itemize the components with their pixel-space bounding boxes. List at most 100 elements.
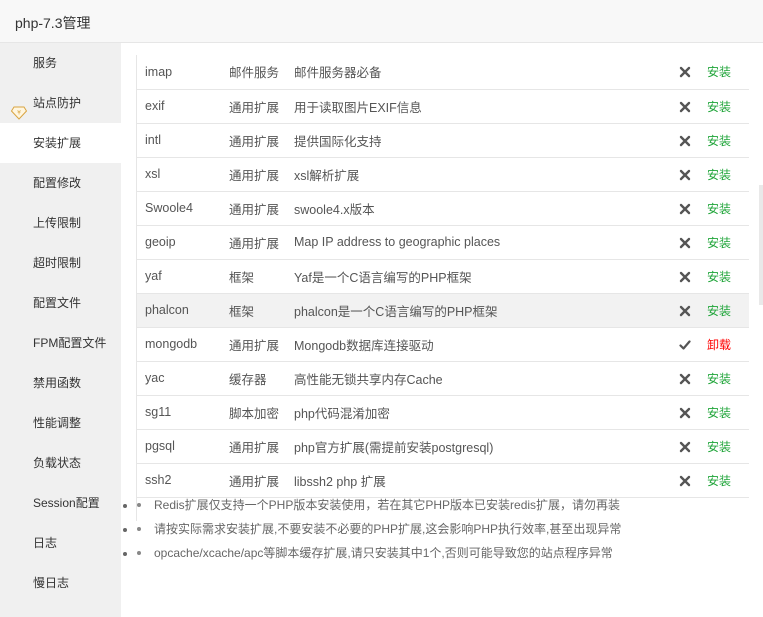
extension-type: 缓存器	[229, 361, 294, 396]
extension-description: Mongodb数据库连接驱动	[294, 327, 662, 362]
sidebar-item-config-file[interactable]: 配置文件	[0, 283, 121, 323]
sidebar-item-service[interactable]: 服务	[0, 43, 121, 83]
extension-description: Map IP address to geographic places	[294, 225, 662, 260]
install-link[interactable]: 安装	[707, 474, 731, 488]
sidebar-item-config-edit[interactable]: 配置修改	[0, 163, 121, 203]
extension-name: pgsql	[137, 429, 229, 464]
extension-name: yac	[137, 361, 229, 396]
sidebar-item-site-protection[interactable]: ¥ 站点防护	[0, 83, 121, 123]
status-cell	[662, 293, 707, 328]
table-row: xsl 通用扩展 xsl解析扩展 安装	[137, 157, 749, 192]
table-row: Swoole4 通用扩展 swoole4.x版本 安装	[137, 191, 749, 226]
uninstall-link[interactable]: 卸载	[707, 338, 731, 352]
close-icon	[679, 169, 691, 181]
sidebar-item-performance[interactable]: 性能调整	[0, 403, 121, 443]
extension-description: Yaf是一个C语言编写的PHP框架	[294, 259, 662, 294]
sidebar-item-install-extensions[interactable]: 安装扩展	[0, 123, 121, 163]
extension-description: php代码混淆加密	[294, 395, 662, 430]
extension-type: 框架	[229, 293, 294, 328]
extension-type: 框架	[229, 259, 294, 294]
extension-description: 高性能无锁共享内存Cache	[294, 361, 662, 396]
sidebar-item-fpm-config[interactable]: FPM配置文件	[0, 323, 121, 363]
status-cell	[662, 123, 707, 158]
table-row: exif 通用扩展 用于读取图片EXIF信息 安装	[137, 89, 749, 124]
table-row: intl 通用扩展 提供国际化支持 安装	[137, 123, 749, 158]
close-icon	[679, 66, 691, 78]
window-title: php-7.3管理	[15, 15, 91, 31]
svg-text:¥: ¥	[17, 110, 21, 117]
install-link[interactable]: 安装	[707, 304, 731, 318]
extension-name: xsl	[137, 157, 229, 192]
extension-description: libssh2 php 扩展	[294, 463, 662, 498]
sidebar-item-label: 日志	[33, 536, 58, 550]
install-link[interactable]: 安装	[707, 100, 731, 114]
table-row: phalcon 框架 phalcon是一个C语言编写的PHP框架 安装	[137, 293, 749, 328]
sidebar-item-upload-limit[interactable]: 上传限制	[0, 203, 121, 243]
status-cell	[662, 463, 707, 498]
status-cell	[662, 361, 707, 396]
sidebar-item-label: 上传限制	[33, 216, 82, 230]
sidebar-item-label: FPM配置文件	[33, 336, 107, 350]
install-link[interactable]: 安装	[707, 202, 731, 216]
sidebar-item-label: Session配置	[33, 496, 100, 510]
sidebar-item-label: 负载状态	[33, 456, 82, 470]
close-icon	[679, 237, 691, 249]
extension-type: 通用扩展	[229, 429, 294, 464]
action-cell: 安装	[707, 89, 749, 124]
install-link[interactable]: 安装	[707, 65, 731, 79]
close-icon	[679, 271, 691, 283]
install-link[interactable]: 安装	[707, 440, 731, 454]
extension-type: 通用扩展	[229, 463, 294, 498]
sidebar-item-session-config[interactable]: Session配置	[0, 483, 121, 523]
extension-name: Swoole4	[137, 191, 229, 226]
status-cell	[662, 157, 707, 192]
gem-icon: ¥	[10, 96, 28, 120]
extension-type: 通用扩展	[229, 157, 294, 192]
sidebar: 服务 ¥ 站点防护 安装扩展 配置修改 上传限制 超时限制 配置文件 FPM配置…	[0, 43, 121, 617]
sidebar-item-log[interactable]: 日志	[0, 523, 121, 563]
action-cell: 安装	[707, 361, 749, 396]
install-link[interactable]: 安装	[707, 134, 731, 148]
extension-description: phalcon是一个C语言编写的PHP框架	[294, 293, 662, 328]
sidebar-item-timeout-limit[interactable]: 超时限制	[0, 243, 121, 283]
table-row: yaf 框架 Yaf是一个C语言编写的PHP框架 安装	[137, 259, 749, 294]
status-cell	[662, 191, 707, 226]
sidebar-item-label: 安装扩展	[33, 136, 82, 150]
extension-description: swoole4.x版本	[294, 191, 662, 226]
sidebar-item-slow-log[interactable]: 慢日志	[0, 563, 121, 603]
install-link[interactable]: 安装	[707, 406, 731, 420]
status-cell	[662, 89, 707, 124]
action-cell: 安装	[707, 55, 749, 90]
action-cell: 安装	[707, 463, 749, 498]
sidebar-item-label: 配置文件	[33, 296, 82, 310]
install-link[interactable]: 安装	[707, 236, 731, 250]
action-cell: 安装	[707, 293, 749, 328]
extension-type: 邮件服务	[229, 55, 294, 90]
sidebar-item-disabled-functions[interactable]: 禁用函数	[0, 363, 121, 403]
status-cell	[662, 395, 707, 430]
close-icon	[679, 441, 691, 453]
action-cell: 安装	[707, 191, 749, 226]
install-link[interactable]: 安装	[707, 168, 731, 182]
extension-name: mongodb	[137, 327, 229, 362]
extension-description: xsl解析扩展	[294, 157, 662, 192]
sidebar-item-load-status[interactable]: 负载状态	[0, 443, 121, 483]
sidebar-item-label: 站点防护	[33, 96, 82, 110]
extension-type: 通用扩展	[229, 123, 294, 158]
table-scrollbar[interactable]	[759, 185, 763, 305]
status-cell	[662, 55, 707, 90]
note-item: Redis扩展仅支持一个PHP版本安装使用，若在其它PHP版本已安装redis扩…	[137, 493, 757, 517]
extensions-table: imap 邮件服务 邮件服务器必备 安装 exif 通用扩展 用于读取图片EXIF信息 安装 i…	[137, 55, 749, 498]
main-content: imap 邮件服务 邮件服务器必备 安装 exif 通用扩展 用于读取图片EXIF信息 安装 i…	[121, 43, 763, 617]
extensions-table-container[interactable]: imap 邮件服务 邮件服务器必备 安装 exif 通用扩展 用于读取图片EXIF信息 安装 i…	[136, 55, 763, 521]
action-cell: 安装	[707, 429, 749, 464]
note-item: opcache/xcache/apc等脚本缓存扩展,请只安装其中1个,否则可能导…	[137, 541, 757, 565]
sidebar-item-label: 超时限制	[33, 256, 82, 270]
table-row: sg11 脚本加密 php代码混淆加密 安装	[137, 395, 749, 430]
action-cell: 卸载	[707, 327, 749, 362]
check-icon	[678, 339, 691, 351]
extension-name: imap	[137, 55, 229, 90]
install-link[interactable]: 安装	[707, 270, 731, 284]
install-link[interactable]: 安装	[707, 372, 731, 386]
status-cell	[662, 225, 707, 260]
